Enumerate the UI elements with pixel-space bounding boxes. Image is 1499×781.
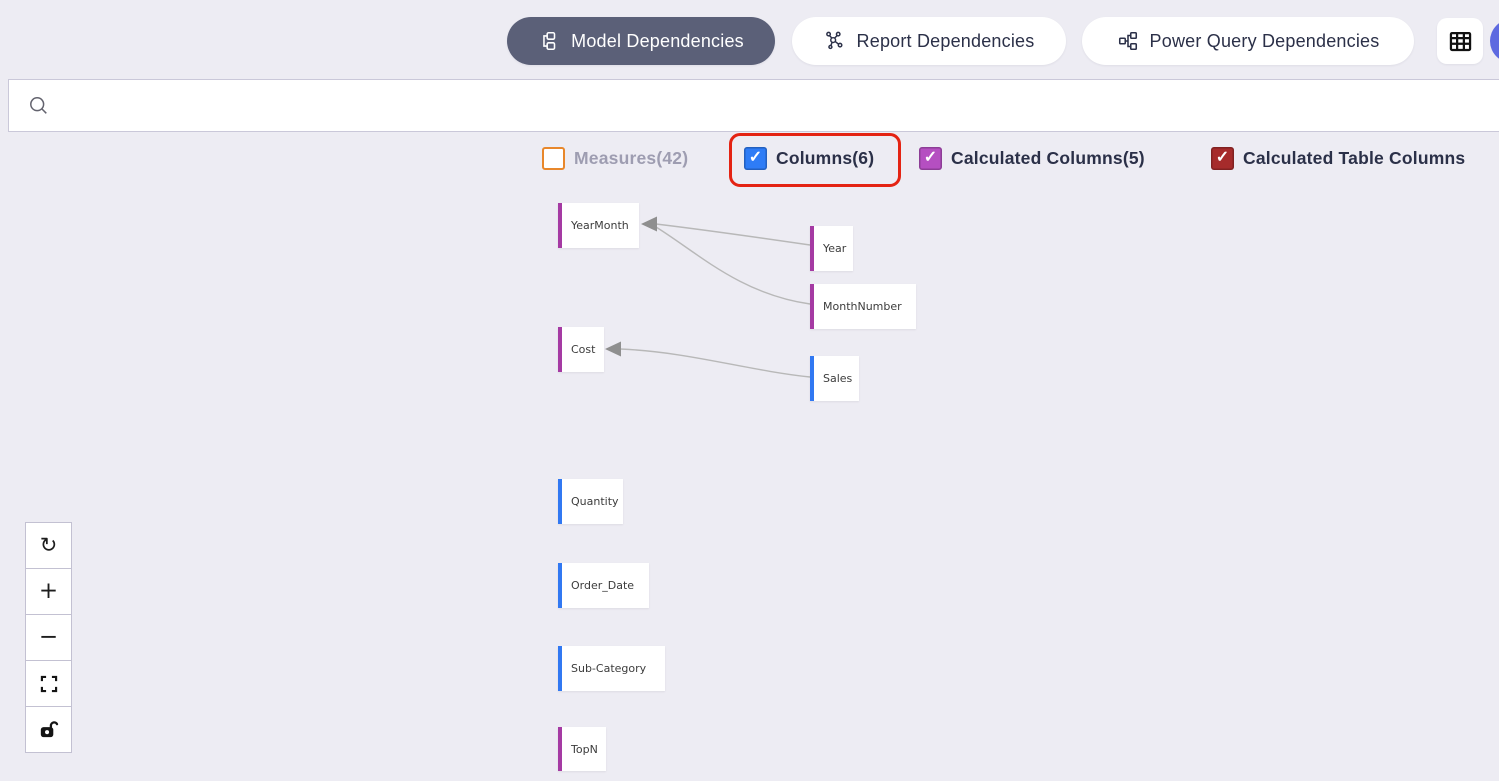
checked-checkbox[interactable]: ✓ bbox=[744, 146, 767, 170]
report-dependencies-icon bbox=[824, 30, 846, 52]
filter-calculated-columns[interactable]: ✓ Calculated Columns(5) bbox=[919, 141, 1145, 175]
unchecked-checkbox[interactable] bbox=[542, 146, 565, 170]
graph-toolbar: ↻ + − bbox=[25, 522, 72, 753]
node-label: Order_Date bbox=[571, 579, 635, 592]
filter-label: Columns(6) bbox=[776, 147, 875, 168]
graph-node-sales[interactable]: Sales bbox=[810, 356, 859, 401]
tab-power-query-dependencies[interactable]: Power Query Dependencies bbox=[1082, 17, 1414, 65]
fit-screen-icon bbox=[39, 674, 59, 694]
table-view-button[interactable] bbox=[1437, 18, 1483, 64]
graph-node-cost[interactable]: Cost bbox=[558, 327, 604, 372]
graph-node-quantity[interactable]: Quantity bbox=[558, 479, 623, 524]
search-icon bbox=[28, 95, 50, 117]
refresh-view-button[interactable]: ↻ bbox=[25, 522, 72, 569]
unlock-icon bbox=[37, 718, 60, 741]
search-bar bbox=[8, 79, 1499, 132]
power-query-dependencies-icon bbox=[1117, 30, 1139, 52]
fit-screen-button[interactable] bbox=[25, 660, 72, 707]
tab-model-dependencies[interactable]: Model Dependencies bbox=[507, 17, 775, 65]
app-canvas: { "header": { "tabs": [ {"label": "Model… bbox=[0, 0, 1499, 781]
plus-icon: + bbox=[38, 578, 59, 604]
filter-label: Calculated Columns(5) bbox=[951, 147, 1145, 168]
filter-calculated-table-columns[interactable]: ✓ Calculated Table Columns bbox=[1211, 141, 1465, 175]
checked-checkbox[interactable]: ✓ bbox=[1211, 146, 1234, 170]
filter-label: Calculated Table Columns bbox=[1243, 147, 1466, 168]
lock-toggle-button[interactable] bbox=[25, 706, 72, 753]
filter-measures[interactable]: Measures(42) bbox=[542, 141, 688, 175]
node-label: Quantity bbox=[571, 495, 619, 508]
tab-label: Power Query Dependencies bbox=[1149, 30, 1380, 51]
node-label: TopN bbox=[571, 742, 598, 756]
checked-checkbox[interactable]: ✓ bbox=[919, 146, 942, 170]
table-icon bbox=[1447, 28, 1474, 55]
model-dependencies-icon bbox=[538, 30, 560, 52]
graph-node-yearmonth[interactable]: YearMonth bbox=[558, 203, 639, 248]
node-label: Year bbox=[823, 242, 847, 255]
node-label: YearMonth bbox=[571, 219, 629, 232]
graph-node-monthnumber[interactable]: MonthNumber bbox=[810, 284, 916, 329]
graph-node-order-date[interactable]: Order_Date bbox=[558, 563, 649, 608]
node-label: MonthNumber bbox=[823, 300, 902, 313]
tab-report-dependencies[interactable]: Report Dependencies bbox=[792, 17, 1066, 65]
tab-bar: Model Dependencies Report Dependencies Pow… bbox=[0, 0, 1499, 68]
node-label: Cost bbox=[571, 343, 596, 356]
refresh-icon: ↻ bbox=[39, 533, 58, 557]
tab-label: Report Dependencies bbox=[856, 30, 1035, 51]
filter-label: Measures(42) bbox=[574, 147, 689, 168]
node-label: Sub-Category bbox=[571, 662, 647, 675]
graph-node-sub-category[interactable]: Sub-Category bbox=[558, 646, 665, 691]
graph-node-topn[interactable]: TopN bbox=[558, 727, 606, 771]
zoom-out-button[interactable]: − bbox=[25, 614, 72, 661]
tab-label: Model Dependencies bbox=[571, 30, 744, 51]
graph-node-year[interactable]: Year bbox=[810, 226, 853, 271]
search-input[interactable] bbox=[50, 80, 1499, 131]
node-label: Sales bbox=[823, 372, 853, 385]
filter-columns[interactable]: ✓ Columns(6) bbox=[744, 141, 874, 175]
minus-icon: − bbox=[38, 624, 59, 650]
zoom-in-button[interactable]: + bbox=[25, 568, 72, 615]
